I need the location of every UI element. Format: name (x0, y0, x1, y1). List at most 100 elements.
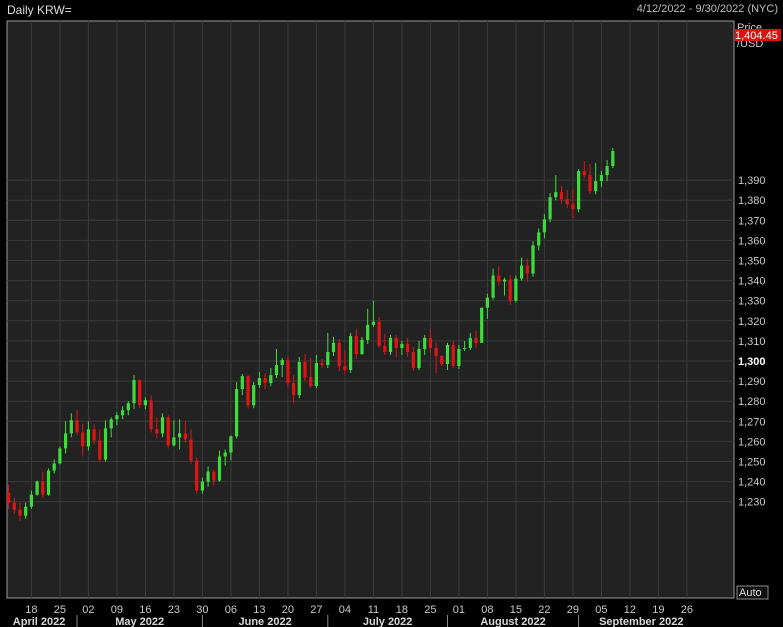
candle-body (115, 415, 119, 420)
month-label: August 2022 (480, 616, 545, 627)
x-tick-label: 15 (510, 604, 522, 616)
month-label: May 2022 (115, 616, 164, 627)
candle-body (24, 506, 28, 516)
y-tick-label: 1,320 (738, 316, 766, 328)
candle-body (400, 343, 404, 348)
y-tick-label: 1,370 (738, 215, 766, 227)
x-tick-label: 26 (681, 604, 693, 616)
candle-down (138, 379, 142, 409)
candle-down (286, 356, 290, 388)
candle-body (491, 275, 495, 298)
x-tick-label: 08 (481, 604, 493, 616)
candle-up (388, 334, 393, 355)
candle-body (58, 448, 62, 464)
candle-body (149, 400, 153, 430)
plot-area[interactable] (6, 20, 735, 599)
candle-body (428, 337, 432, 348)
y-tick-label: 1,310 (738, 336, 766, 348)
candle-body (212, 471, 216, 481)
candle-body (64, 433, 68, 449)
candle-body (588, 175, 592, 192)
candle-body (138, 380, 142, 406)
candlestick-chart[interactable]: Price /USD 1,2301,2401,2501,2601,2701,28… (0, 0, 783, 627)
y-tick-label: 1,250 (738, 457, 766, 469)
candle-body (229, 436, 233, 453)
candle-body (320, 363, 324, 366)
candle-body (559, 192, 564, 200)
candle-body (554, 192, 558, 198)
candle-up (235, 382, 239, 439)
auto-scale-button[interactable]: Auto (736, 585, 769, 600)
candle-body (594, 181, 598, 192)
x-tick-label: 18 (396, 604, 408, 616)
candle-body (485, 297, 489, 308)
y-tick-label: 1,300 (738, 356, 766, 368)
candle-down (166, 415, 170, 449)
candle-body (126, 403, 130, 411)
y-tick-label: 1,380 (738, 195, 766, 207)
candle-down (246, 375, 250, 409)
x-tick-label: 22 (538, 604, 550, 616)
y-tick-label: 1,360 (738, 235, 766, 247)
x-tick-label: 01 (453, 604, 465, 616)
candle-body (508, 279, 512, 301)
candle-body (223, 452, 227, 457)
y-tick-label: 1,340 (738, 276, 766, 288)
candle-body (12, 502, 16, 510)
candle-body (394, 337, 398, 348)
candle-body (46, 470, 51, 495)
candle-body (121, 410, 125, 416)
candle-body (434, 347, 438, 356)
candle-body (257, 378, 261, 386)
candle-body (18, 509, 22, 516)
candle-body (109, 419, 113, 429)
x-tick-label: 25 (424, 604, 436, 616)
candle-up (58, 446, 62, 465)
candle-down (451, 340, 455, 369)
candle-body (565, 199, 569, 205)
month-label: June 2022 (238, 616, 291, 627)
candle-body (7, 492, 11, 503)
candle-up (46, 468, 51, 496)
x-tick-label: 12 (624, 604, 636, 616)
x-tick-label: 05 (595, 604, 607, 616)
y-tick-label: 1,230 (738, 497, 766, 509)
y-axis: Price /USD 1,2301,2401,2501,2601,2701,28… (737, 22, 766, 509)
x-tick-label: 19 (652, 604, 664, 616)
candle-body (411, 351, 415, 369)
candle-body (463, 347, 467, 349)
month-label: September 2022 (599, 616, 683, 627)
y-tick-label: 1,260 (738, 436, 766, 448)
candle-up (349, 332, 353, 374)
auto-button-label[interactable]: Auto (739, 587, 762, 599)
candle-body (343, 366, 347, 371)
candle-body (366, 324, 370, 340)
x-tick-label: 06 (225, 604, 237, 616)
candle-body (309, 377, 313, 387)
candle-body (86, 429, 90, 447)
candle-body (542, 219, 546, 233)
x-tick-label: 16 (139, 604, 151, 616)
candle-body (292, 383, 296, 396)
candle-body (252, 385, 256, 406)
candle-body (417, 348, 421, 369)
y-tick-label: 1,330 (738, 296, 766, 308)
candle-body (571, 204, 575, 210)
month-label: April 2022 (13, 616, 66, 627)
candle-body (445, 344, 450, 365)
last-price-tag: 1,404.45 (735, 29, 781, 42)
y-tick-label: 1,290 (738, 376, 766, 388)
candle-body (514, 278, 518, 301)
candle-up (297, 356, 301, 399)
candle-up (531, 241, 535, 277)
candle-body (331, 342, 336, 352)
candle-body (525, 265, 529, 274)
candle-body (326, 351, 330, 366)
candle-body (81, 432, 85, 447)
candle-body (195, 460, 199, 491)
candle-body (497, 275, 501, 282)
candle-body (183, 433, 187, 440)
candle-body (155, 429, 159, 434)
candle-body (314, 363, 318, 387)
candle-body (98, 440, 102, 460)
